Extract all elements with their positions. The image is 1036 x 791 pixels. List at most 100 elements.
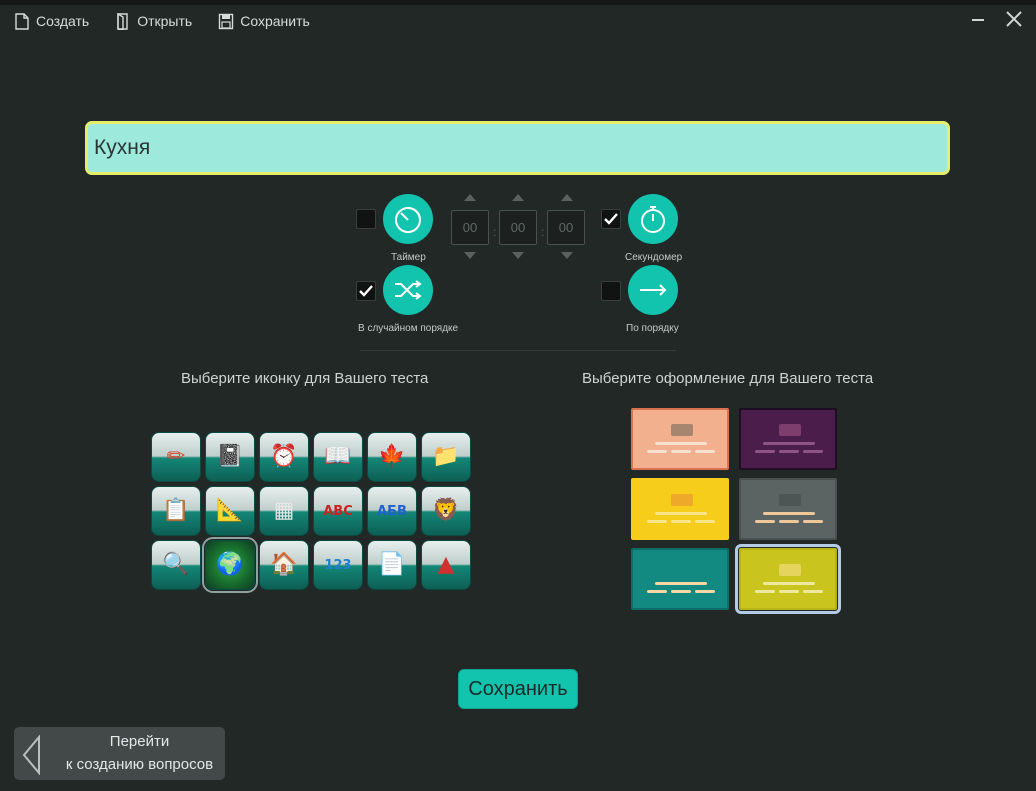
sequential-order-button[interactable]	[628, 265, 678, 315]
time-separator: :	[493, 225, 497, 239]
create-label: Создать	[36, 13, 90, 29]
stopwatch-icon	[641, 206, 665, 233]
random-order-button[interactable]	[383, 265, 433, 315]
icon-option-drawing[interactable]: 🏠	[259, 540, 309, 590]
drawing-icon: 🏠	[270, 552, 298, 577]
theme-lime[interactable]	[735, 544, 841, 614]
theme-preview-bar	[779, 520, 799, 523]
icon-option-abc-latin[interactable]: ABC	[313, 486, 363, 536]
test-title-input[interactable]	[85, 121, 950, 175]
window-controls	[968, 8, 1024, 30]
checkmark-icon	[604, 213, 618, 225]
minutes-down-arrow[interactable]	[512, 252, 524, 259]
abc-cyrillic-icon: АБВ	[377, 503, 407, 519]
stopwatch-checkbox[interactable]	[601, 209, 621, 229]
globe-ruler-icon: 📐	[216, 498, 244, 523]
magnifier-paper-icon: 🔍	[162, 552, 190, 577]
checkmark-icon	[359, 285, 373, 297]
theme-preview-bar	[803, 520, 823, 523]
icon-option-alarm-clock[interactable]: ⏰	[259, 432, 309, 482]
icon-option-globe-ruler[interactable]: 📐	[205, 486, 255, 536]
theme-preview-bar	[763, 512, 815, 515]
icon-option-picture-book[interactable]: 🦁	[421, 486, 471, 536]
theme-preview-block	[671, 494, 693, 506]
minutes-up-arrow[interactable]	[512, 194, 524, 201]
icon-option-folders[interactable]: 📁	[421, 432, 471, 482]
new-document-icon	[15, 12, 29, 30]
seconds-field[interactable]: 00	[547, 210, 585, 245]
seconds-up-arrow[interactable]	[561, 194, 573, 201]
icon-option-magnifier-paper[interactable]: 🔍	[151, 540, 201, 590]
sequential-order-label: По порядку	[626, 323, 679, 334]
stopwatch-label: Секундомер	[625, 252, 683, 263]
theme-preview-bar	[671, 450, 691, 453]
random-order-checkbox[interactable]	[356, 281, 376, 301]
icon-option-papers-pencils[interactable]: 📄	[367, 540, 417, 590]
save-toolbar-button[interactable]: Сохранить	[218, 13, 310, 30]
stopwatch-button[interactable]	[628, 194, 678, 244]
close-button[interactable]	[1004, 8, 1024, 30]
icon-section-title: Выберите иконку для Вашего теста	[181, 370, 429, 387]
shuffle-icon	[395, 280, 422, 300]
clipboard-icon: 📋	[162, 498, 190, 523]
random-order-label: В случайном порядке	[358, 323, 459, 334]
timer-label: Таймер	[391, 252, 426, 263]
theme-preview-bar	[779, 450, 799, 453]
seconds-down-arrow[interactable]	[561, 252, 573, 259]
icon-option-chalkboard[interactable]: ▦	[259, 486, 309, 536]
minutes-field[interactable]: 00	[499, 210, 537, 245]
toolbar: Создать Открыть Сохранить	[0, 8, 322, 34]
theme-preview-bar	[763, 582, 815, 585]
back-arrow-icon	[22, 735, 40, 775]
timer-button[interactable]	[383, 194, 433, 244]
theme-preview-bar	[655, 442, 707, 445]
icon-option-notebook[interactable]: 📓	[205, 432, 255, 482]
theme-peach[interactable]	[631, 408, 729, 470]
theme-preview-bar	[803, 590, 823, 593]
papers-pencils-icon: 📄	[378, 552, 406, 577]
minimize-button[interactable]	[968, 8, 988, 30]
theme-preview-block	[779, 494, 801, 506]
theme-slate[interactable]	[739, 478, 837, 540]
back-button-line2: к созданию вопросов	[65, 756, 214, 773]
icon-option-clipboard[interactable]: 📋	[151, 486, 201, 536]
sequential-order-checkbox[interactable]	[601, 281, 621, 301]
theme-preview-bar	[763, 442, 815, 445]
theme-purple-night[interactable]	[739, 408, 837, 470]
open-button[interactable]: Открыть	[115, 12, 193, 30]
hours-field[interactable]: 00	[451, 210, 489, 245]
theme-preview-bar	[755, 450, 775, 453]
theme-yellow[interactable]	[631, 478, 729, 540]
window-top-border	[0, 0, 1036, 5]
theme-preview-bar	[647, 450, 667, 453]
icon-option-abc-cyrillic[interactable]: АБВ	[367, 486, 417, 536]
arrow-right-icon	[640, 284, 667, 296]
icon-option-autumn-leaves[interactable]: 🍁	[367, 432, 417, 482]
theme-preview-block	[671, 564, 693, 576]
theme-preview-bar	[671, 590, 691, 593]
autumn-leaves-icon: 🍁	[378, 444, 406, 469]
hours-up-arrow[interactable]	[464, 194, 476, 201]
save-button[interactable]: Сохранить	[458, 669, 578, 709]
icon-option-geometric-shapes[interactable]: ▲	[421, 540, 471, 590]
icon-grid: ✏ 📓 ⏰ 📖 🍁 📁 📋 📐 ▦ ABC АБВ 🦁 🔍 🌍 🏠 123 📄 ▲	[151, 432, 471, 593]
chalkboard-icon: ▦	[273, 498, 295, 523]
go-to-questions-button[interactable]: Перейти к созданию вопросов	[14, 727, 225, 780]
theme-section-title: Выберите оформление для Вашего теста	[582, 370, 874, 387]
numbers-icon: 123	[324, 557, 352, 573]
icon-option-pencils[interactable]: ✏	[151, 432, 201, 482]
theme-preview-bar	[647, 590, 667, 593]
icon-option-numbers[interactable]: 123	[313, 540, 363, 590]
picture-book-icon: 🦁	[432, 498, 460, 523]
icon-option-open-book[interactable]: 📖	[313, 432, 363, 482]
create-button[interactable]: Создать	[14, 12, 90, 30]
hours-down-arrow[interactable]	[464, 252, 476, 259]
theme-teal[interactable]	[631, 548, 729, 610]
divider	[360, 350, 676, 351]
save-toolbar-label: Сохранить	[240, 13, 310, 29]
open-book-icon: 📖	[324, 444, 352, 469]
abc-latin-icon: ABC	[323, 503, 353, 519]
icon-option-globe[interactable]: 🌍	[202, 537, 258, 593]
open-label: Открыть	[137, 13, 193, 29]
timer-checkbox[interactable]	[356, 209, 376, 229]
